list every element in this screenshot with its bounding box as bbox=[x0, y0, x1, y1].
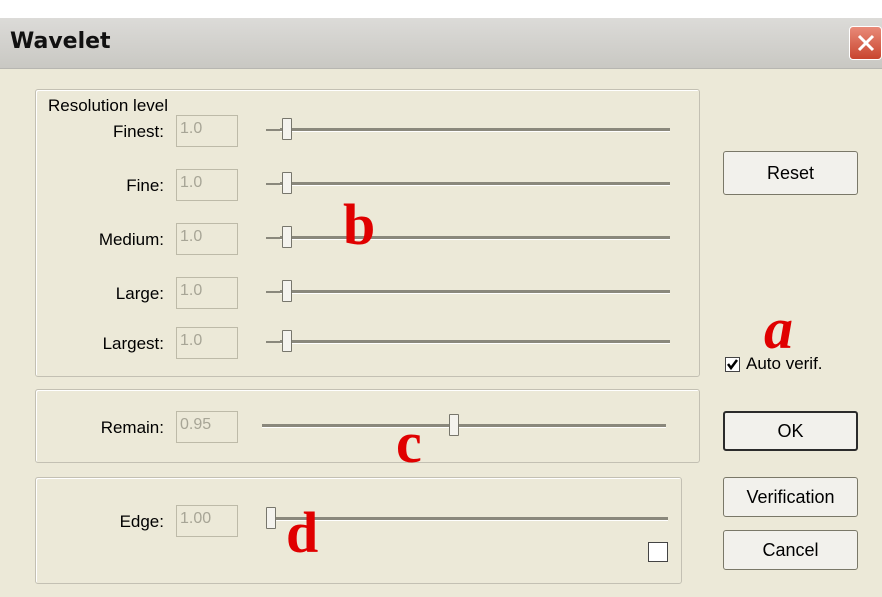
medium-slider-thumb[interactable] bbox=[282, 226, 292, 248]
annotation-c: c bbox=[396, 410, 422, 475]
annotation-a: a bbox=[764, 296, 793, 361]
edge-slider-track[interactable] bbox=[270, 517, 668, 521]
annotation-d: d bbox=[286, 500, 319, 565]
edge-field[interactable]: 1.00 bbox=[176, 505, 238, 537]
fine-field[interactable]: 1.0 bbox=[176, 169, 238, 201]
large-label: Large: bbox=[115, 284, 164, 303]
large-slider-track[interactable] bbox=[280, 290, 670, 294]
remain-label: Remain: bbox=[100, 418, 164, 437]
ok-button-label: OK bbox=[777, 421, 804, 441]
large-slider-thumb[interactable] bbox=[282, 280, 292, 302]
fine-label: Fine: bbox=[126, 176, 164, 195]
window-title: Wavelet bbox=[10, 29, 111, 54]
edge-slider-thumb[interactable] bbox=[266, 507, 276, 529]
medium-field[interactable]: 1.0 bbox=[176, 223, 238, 255]
largest-field[interactable]: 1.0 bbox=[176, 327, 238, 359]
medium-slider-track[interactable] bbox=[280, 236, 670, 240]
cancel-button[interactable]: Cancel bbox=[723, 530, 858, 570]
finest-label: Finest: bbox=[112, 122, 164, 141]
fine-slider-track[interactable] bbox=[280, 182, 670, 186]
largest-slider-tick bbox=[266, 341, 280, 343]
reset-button-label: Reset bbox=[766, 163, 815, 183]
auto-verif-checkbox[interactable] bbox=[725, 357, 740, 372]
fine-slider-thumb[interactable] bbox=[282, 172, 292, 194]
annotation-b: b bbox=[343, 192, 376, 257]
largest-label: Largest: bbox=[102, 334, 164, 353]
largest-slider-thumb[interactable] bbox=[282, 330, 292, 352]
edge-checkbox[interactable] bbox=[648, 542, 668, 562]
resolution-level-legend: Resolution level bbox=[44, 96, 173, 116]
verification-button[interactable]: Verification bbox=[723, 477, 858, 517]
finest-slider-tick bbox=[266, 129, 280, 131]
remain-field[interactable]: 0.95 bbox=[176, 411, 238, 443]
close-button[interactable] bbox=[849, 26, 882, 60]
fine-slider-tick bbox=[266, 183, 280, 185]
reset-button[interactable]: Reset bbox=[723, 151, 858, 195]
medium-slider-tick bbox=[266, 237, 280, 239]
cancel-button-label: Cancel bbox=[762, 540, 819, 560]
verification-button-label: Verification bbox=[746, 487, 835, 507]
remain-slider-track[interactable] bbox=[262, 424, 666, 428]
edge-label: Edge: bbox=[119, 512, 164, 531]
wavelet-dialog: Wavelet Resolution level Finest: 1.0 Fin… bbox=[0, 18, 882, 597]
remain-slider-thumb[interactable] bbox=[449, 414, 459, 436]
large-field[interactable]: 1.0 bbox=[176, 277, 238, 309]
finest-slider-track[interactable] bbox=[280, 128, 670, 132]
medium-label: Medium: bbox=[98, 230, 164, 249]
title-bar[interactable]: Wavelet bbox=[0, 18, 882, 69]
large-slider-tick bbox=[266, 291, 280, 293]
finest-slider-thumb[interactable] bbox=[282, 118, 292, 140]
ok-button[interactable]: OK bbox=[723, 411, 858, 451]
finest-field[interactable]: 1.0 bbox=[176, 115, 238, 147]
largest-slider-track[interactable] bbox=[280, 340, 670, 344]
